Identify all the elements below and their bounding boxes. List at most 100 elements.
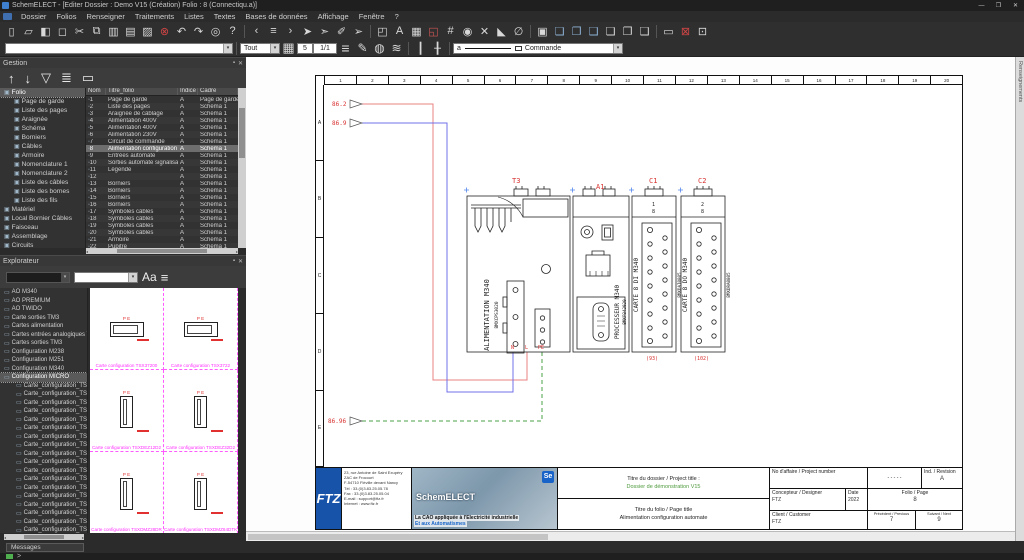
column-header-titre[interactable]: Titre_folio [106,88,178,95]
window-control-button[interactable]: — [973,0,990,11]
toolbar-icon[interactable]: ◰ [374,24,391,39]
menu-item[interactable]: ? [390,11,404,22]
gestion-tree-item[interactable]: ▣Nomenclature 2 [0,169,85,178]
component-preview-cell[interactable]: P E Carte configuration TSXDMZ28DR [90,452,164,533]
toolbar-icon[interactable]: ▭ [660,24,677,39]
toolbar-icon[interactable]: ✐ [333,24,350,39]
toolbar-icon[interactable]: ◱ [425,24,442,39]
gestion-tree-item[interactable]: ▣Liste des pages [0,106,85,115]
toolbar-icon[interactable]: ➢ [350,24,367,39]
wire-vertical-tool-icon[interactable]: ┃ [412,41,429,56]
explorateur-tree-item[interactable]: ▭Cartes alimentation [0,322,87,331]
folio-table-row[interactable]: ▫17 Symboles câbles A Schéma 1 [86,208,238,215]
toolbar-icon[interactable]: ◧ [37,24,54,39]
gestion-tree-item[interactable]: ▣Borniers [0,133,85,142]
gestion-tree-item[interactable]: ▣Liste des câbles [0,178,85,187]
grid-icon[interactable]: ▦ [280,41,297,56]
toolbar-icon[interactable]: ▥ [105,24,122,39]
column-header-cadre[interactable]: Cadre [198,88,238,95]
toolbar-icon[interactable] [530,25,531,38]
pencil-icon[interactable]: ✎ [354,41,371,56]
toolbar-icon[interactable]: ⊠ [677,24,694,39]
explorateur-tree-item[interactable]: ▭Carte_configuration_TSX [0,518,87,527]
explorateur-tree-hscrollbar[interactable]: ◂▸ [4,534,84,540]
toolbar-icon[interactable]: ▯ [3,24,20,39]
toolbar-icon[interactable]: ❑ [636,24,653,39]
toolbar-icon[interactable]: ▤ [122,24,139,39]
component-preview-cell[interactable]: P E Carte configuration TSX3722 [164,288,238,370]
explorateur-tree-item[interactable]: ▭AO PREMIUM [0,297,87,306]
explorateur-tree-item[interactable]: ▭Configuration M340 [0,365,87,374]
toolbar-icon[interactable]: ◣ [493,24,510,39]
toolbar-icon[interactable]: A [391,24,408,39]
explorateur-tree-item[interactable]: ▭Configuration M238 [0,348,87,357]
explorateur-tree-item[interactable]: ▭Carte_configuration_TSX [0,441,87,450]
toolbar-icon[interactable]: ▣ [534,24,551,39]
toolbar-icon[interactable]: ∅ [510,24,527,39]
explorateur-tree-item[interactable]: ▭Cartes sorties TM3 [0,339,87,348]
menu-item[interactable]: Textes [209,11,241,22]
toolbar-icon[interactable]: ↷ [190,24,207,39]
lamp-icon[interactable]: ◍ [371,41,388,56]
explorateur-tree-item[interactable]: ▭Carte_configuration_TSX [0,390,87,399]
explorateur-tree-item[interactable]: ▭Carte sorties TM3 [0,314,87,323]
toolbar-icon[interactable]: ↶ [173,24,190,39]
chevron-down-icon[interactable]: ▾ [613,44,622,53]
column-header-indice[interactable]: Indice [178,88,198,95]
toolbar-icon[interactable]: ✂ [71,24,88,39]
folio-table-row[interactable]: ▫16 Borniers A Schéma 1 [86,201,238,208]
explorateur-tree-item[interactable]: ▭Configuration M251 [0,356,87,365]
chevron-down-icon[interactable]: ▾ [223,44,232,53]
toolbar-icon[interactable]: ▱ [20,24,37,39]
toolbar-icon[interactable]: ⊡ [694,24,711,39]
explorateur-tree-item[interactable]: ▭Carte_configuration_TSX [0,433,87,442]
toolbar-icon[interactable]: › [282,24,299,39]
symbol-search-input[interactable]: ▾ [5,43,233,54]
explorateur-tree-item[interactable]: ▭Carte_configuration_TSX [0,492,87,501]
menu-item[interactable]: Bases de données [240,11,312,22]
right-dock-tab[interactable]: Renseignements [1017,61,1023,102]
gestion-tool-icon[interactable]: ▭ [82,70,94,86]
menu-item[interactable]: Dossier [16,11,51,22]
toolbar-icon[interactable]: ❐ [568,24,585,39]
hamburger-menu-icon[interactable]: ≡ [337,41,354,56]
menu-item[interactable]: Folios [51,11,81,22]
toolbar-icon[interactable]: ▦ [408,24,425,39]
folio-table-row[interactable]: ▫12 A Schéma 1 [86,173,238,180]
grid-step-input[interactable]: 5 [297,43,313,54]
explorateur-tree-item[interactable]: ▭AO M340 [0,288,87,297]
folio-table-row[interactable]: ▫19 Symboles câbles A Schéma 1 [86,222,238,229]
toolbar-icon[interactable]: ◻ [54,24,71,39]
filter-select[interactable]: Tout ▾ [240,43,280,54]
window-control-button[interactable]: ❐ [990,0,1007,11]
component-preview-cell[interactable]: P E Carte configuration TSXDEZ32D2 [164,370,238,452]
gestion-tree-item[interactable]: ▣Assemblage [0,232,85,241]
gestion-tree-item[interactable]: ▣Circuits [0,241,85,248]
gestion-tree-item[interactable]: ▣Armoire [0,151,85,160]
wire-settings-tool-icon[interactable]: ╂ [429,41,446,56]
gestion-tree-item[interactable]: ▣Liste des fils [0,196,85,205]
gestion-table-hscrollbar[interactable]: ◂▸ [86,248,238,254]
toolbar-icon[interactable] [656,25,657,38]
gestion-tree-item[interactable]: ▣Nomenclature 1 [0,160,85,169]
explorateur-tree-item[interactable]: ▭Carte_configuration_TSX [0,416,87,425]
gestion-tree-item[interactable]: ▣Faisceau [0,223,85,232]
gestion-tree-item[interactable]: ▣Liste des bornes [0,187,85,196]
gestion-tree-item[interactable]: ▣Page de garde [0,97,85,106]
folio-table-row[interactable]: ▫9 Entrées automate A Schéma 1 [86,152,238,159]
column-header-nom[interactable]: Nom [86,88,106,95]
toolbar-icon[interactable]: ❐ [619,24,636,39]
toolbar-icon[interactable]: ➣ [316,24,333,39]
folio-table-row[interactable]: ▫18 Symboles câbles A Schéma 1 [86,215,238,222]
explorateur-tree-item[interactable]: ▭AO TWIDO [0,305,87,314]
toolbar-icon[interactable] [244,25,245,38]
wires-icon[interactable]: ≋ [388,41,405,56]
messages-tab[interactable]: Messages [6,543,84,552]
gestion-tree-item[interactable]: ▣Araignée [0,115,85,124]
folio-table-row[interactable]: ▫11 Légende A Schéma 1 [86,166,238,173]
folio-table-row[interactable]: ▫10 Sorties automate signalisations A Sc… [86,159,238,166]
toolbar-icon[interactable]: ⊗ [156,24,173,39]
folio-table-row[interactable]: ▫20 Symboles câbles A Schéma 1 [86,229,238,236]
menu-item[interactable]: Fenêtre [354,11,390,22]
explorateur-tree-item[interactable]: ▭Carte_configuration_TSX [0,484,87,493]
